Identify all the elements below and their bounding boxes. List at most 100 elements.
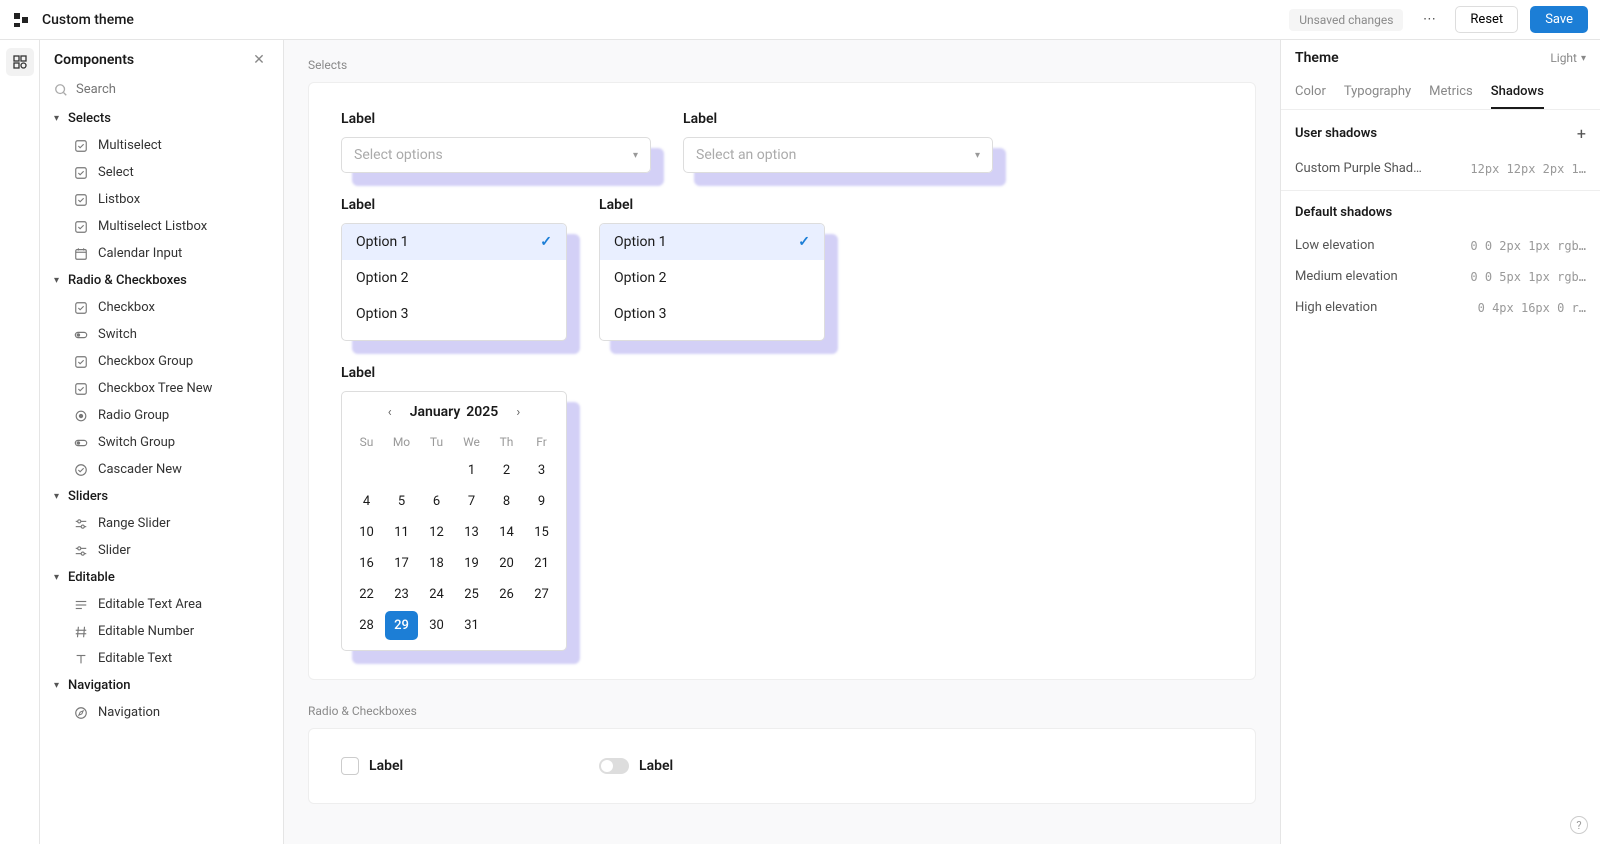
tree-item[interactable]: Slider — [40, 537, 283, 564]
option-label: Option 3 — [356, 306, 409, 322]
select-input[interactable]: Select an option ▾ — [683, 137, 993, 173]
tree-group[interactable]: ▾Radio & Checkboxes — [40, 267, 283, 294]
topbar: Custom theme Unsaved changes ⋯ Reset Sav… — [0, 0, 1600, 40]
multiselect-listbox[interactable]: Option 1✓Option 2Option 3 — [599, 223, 825, 341]
tree-item[interactable]: Listbox — [40, 186, 283, 213]
tree-item[interactable]: Switch Group — [40, 429, 283, 456]
tree-item[interactable]: Calendar Input — [40, 240, 283, 267]
sliders-icon — [74, 544, 88, 558]
shadow-row[interactable]: Custom Purple Shad…12px 12px 2px 1… — [1281, 153, 1600, 184]
calendar-day[interactable]: 19 — [455, 549, 488, 578]
more-button[interactable]: ⋯ — [1415, 6, 1443, 34]
listbox-option[interactable]: Option 1✓ — [600, 224, 824, 260]
tree-item[interactable]: Checkbox — [40, 294, 283, 321]
tab-shadows[interactable]: Shadows — [1491, 76, 1544, 109]
listbox[interactable]: Option 1✓Option 2 Option 3 — [341, 223, 567, 341]
calendar-day[interactable]: 3 — [525, 456, 558, 485]
switch-input[interactable] — [599, 758, 629, 774]
tree-item[interactable]: Range Slider — [40, 510, 283, 537]
add-shadow-button[interactable]: + — [1577, 124, 1586, 143]
tab-color[interactable]: Color — [1295, 76, 1326, 109]
calendar-day[interactable]: 8 — [490, 487, 523, 516]
plus-icon: + — [1577, 124, 1586, 143]
tree-item-label: Range Slider — [98, 516, 170, 531]
calendar-day[interactable]: 21 — [525, 549, 558, 578]
components-icon — [12, 54, 28, 70]
calendar-day[interactable]: 5 — [385, 487, 418, 516]
tree-item[interactable]: Checkbox Group — [40, 348, 283, 375]
close-sidebar-button[interactable]: ✕ — [249, 50, 269, 70]
tree-group[interactable]: ▾Navigation — [40, 672, 283, 699]
calendar-day[interactable]: 16 — [350, 549, 383, 578]
shadow-name: Custom Purple Shad… — [1295, 161, 1454, 176]
tree-item[interactable]: Cascader New — [40, 456, 283, 483]
calendar-day[interactable]: 4 — [350, 487, 383, 516]
calendar-day[interactable]: 27 — [525, 580, 558, 609]
calendar-day[interactable]: 12 — [420, 518, 453, 547]
calendar-day[interactable]: 6 — [420, 487, 453, 516]
tree-item[interactable]: Checkbox Tree New — [40, 375, 283, 402]
unsaved-badge: Unsaved changes — [1289, 9, 1403, 31]
tree-item[interactable]: Multiselect — [40, 132, 283, 159]
tree-group[interactable]: ▾Selects — [40, 105, 283, 132]
calendar-day[interactable]: 7 — [455, 487, 488, 516]
search-input[interactable] — [76, 82, 269, 97]
calendar-prev-button[interactable]: ‹ — [380, 405, 400, 420]
calendar-day[interactable]: 29 — [385, 611, 418, 640]
shadow-row[interactable]: Medium elevation0 0 5px 1px rgb… — [1281, 261, 1600, 292]
tree-item[interactable]: Radio Group — [40, 402, 283, 429]
calendar-day[interactable]: 30 — [420, 611, 453, 640]
shadow-row[interactable]: High elevation0 4px 16px 0 r… — [1281, 292, 1600, 323]
tree-item[interactable]: Switch — [40, 321, 283, 348]
tree-item[interactable]: Navigation — [40, 699, 283, 726]
listbox-option[interactable]: Option 3 — [600, 296, 824, 332]
calendar-day[interactable]: 15 — [525, 518, 558, 547]
tree-item[interactable]: Select — [40, 159, 283, 186]
listbox-option[interactable]: Option 1✓ — [342, 224, 566, 260]
tree-item[interactable]: Editable Number — [40, 618, 283, 645]
calendar-day[interactable]: 10 — [350, 518, 383, 547]
calendar-day[interactable]: 25 — [455, 580, 488, 609]
listbox-option[interactable]: Option 2 — [600, 260, 824, 296]
calendar-day[interactable]: 23 — [385, 580, 418, 609]
calendar-day[interactable]: 9 — [525, 487, 558, 516]
calendar-day[interactable]: 26 — [490, 580, 523, 609]
multiselect-input[interactable]: Select options ▾ — [341, 137, 651, 173]
placeholder-text: Select an option — [696, 147, 796, 163]
tree-item[interactable]: Multiselect Listbox — [40, 213, 283, 240]
calendar-next-button[interactable]: › — [508, 405, 528, 420]
tree-group[interactable]: ▾Sliders — [40, 483, 283, 510]
theme-title: Theme — [1295, 50, 1550, 66]
save-button[interactable]: Save — [1530, 6, 1588, 33]
tab-typography[interactable]: Typography — [1344, 76, 1411, 109]
calendar-day[interactable]: 22 — [350, 580, 383, 609]
shadow-row[interactable]: Low elevation0 0 2px 1px rgb… — [1281, 230, 1600, 261]
tree-item[interactable]: Editable Text Area — [40, 591, 283, 618]
theme-mode-select[interactable]: Light ▾ — [1550, 51, 1586, 65]
check-icon: ✓ — [540, 234, 552, 250]
checkbox-input[interactable] — [341, 757, 359, 775]
calendar-day[interactable]: 24 — [420, 580, 453, 609]
tree-group[interactable]: ▾Editable — [40, 564, 283, 591]
calendar-day[interactable]: 18 — [420, 549, 453, 578]
reset-button[interactable]: Reset — [1455, 6, 1518, 33]
checkbox-demo: Label — [341, 757, 567, 775]
tab-metrics[interactable]: Metrics — [1429, 76, 1473, 109]
calendar-icon — [74, 247, 88, 261]
calendar-day[interactable]: 14 — [490, 518, 523, 547]
calendar-day[interactable]: 11 — [385, 518, 418, 547]
tree-item[interactable]: Editable Text — [40, 645, 283, 672]
components-rail-button[interactable] — [6, 48, 34, 76]
search-box[interactable] — [54, 82, 269, 97]
help-button[interactable]: ? — [1570, 816, 1588, 834]
listbox-option[interactable]: Option 3 — [342, 296, 566, 332]
calendar-day[interactable]: 2 — [490, 456, 523, 485]
calendar-day[interactable]: 31 — [455, 611, 488, 640]
calendar-day[interactable]: 20 — [490, 549, 523, 578]
calendar-day[interactable]: 28 — [350, 611, 383, 640]
listbox-option[interactable]: Option 2 — [342, 260, 566, 296]
calendar-day[interactable]: 17 — [385, 549, 418, 578]
field-label: Label — [683, 111, 993, 127]
calendar-day[interactable]: 13 — [455, 518, 488, 547]
calendar-day[interactable]: 1 — [455, 456, 488, 485]
